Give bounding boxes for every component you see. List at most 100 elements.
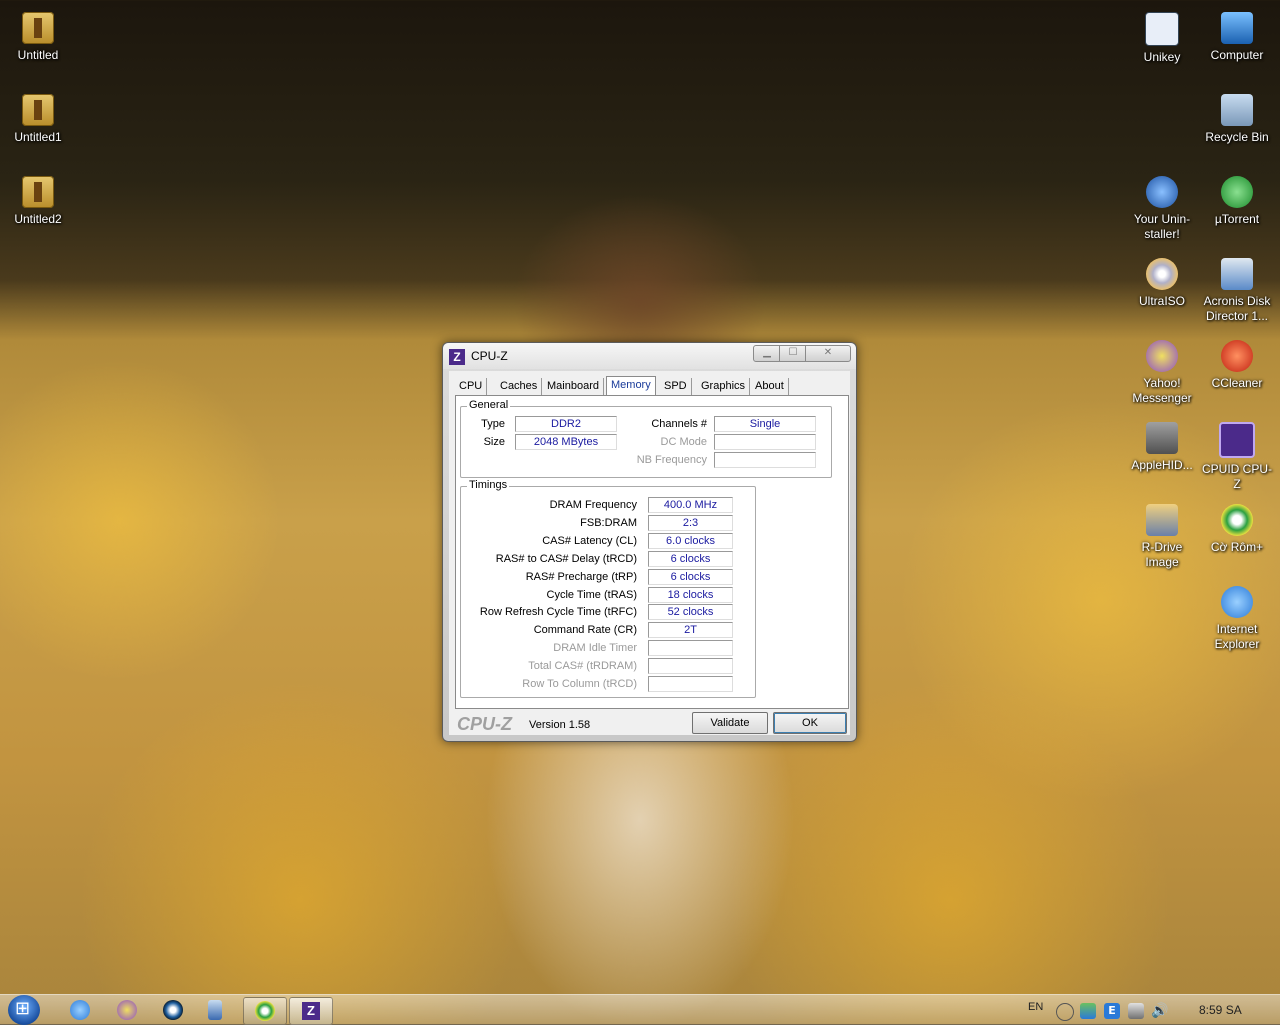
type-label: Type xyxy=(481,418,505,430)
language-indicator[interactable]: EN xyxy=(1028,1001,1043,1013)
archive-folder-icon xyxy=(22,176,54,208)
timing-label: RAS# Precharge (tRP) xyxy=(525,570,637,583)
desktop-icon-untitled1[interactable]: Untitled1 xyxy=(0,88,76,145)
desktop-icon-cpuid-cpu-z[interactable]: CPUID CPU-Z xyxy=(1199,416,1275,492)
desktop-icon-yahoo-messenger[interactable]: Yahoo! Messenger xyxy=(1124,334,1200,406)
desktop-icon-label: Acronis Disk Director 1... xyxy=(1203,294,1271,323)
timing-label: DRAM Idle Timer xyxy=(553,642,637,655)
desktop-icon-label: CPUID CPU-Z xyxy=(1201,462,1272,491)
desktop-icon-your-uninstaller[interactable]: Your Unin-staller! xyxy=(1124,170,1200,242)
size-value: 2048 MBytes xyxy=(515,434,617,450)
timing-label: Command Rate (CR) xyxy=(533,624,637,637)
desktop-icon-utorrent[interactable]: µTorrent xyxy=(1199,170,1275,227)
validate-button[interactable]: Validate xyxy=(692,712,768,734)
tab-about[interactable]: About xyxy=(751,378,789,395)
desktop-icon-label: AppleHID... xyxy=(1131,458,1193,472)
memory-panel: General Type DDR2 Size 2048 MBytes Chann… xyxy=(455,395,849,709)
cpu-z-icon: Z xyxy=(302,1002,320,1020)
desktop-icon-r-drive-image[interactable]: R-Drive Image xyxy=(1124,498,1200,570)
desktop-icon-untitled2[interactable]: Untitled2 xyxy=(0,170,76,227)
desktop-icon-label: Computer xyxy=(1210,48,1264,62)
r-drive-icon xyxy=(1146,504,1178,536)
desktop-icon-ultraiso[interactable]: UltraISO xyxy=(1124,252,1200,309)
desktop-icon-unikey[interactable]: Unikey xyxy=(1124,6,1200,65)
desktop-icon-co-rom[interactable]: Cờ Rôm+ xyxy=(1199,498,1275,555)
cpu-z-app-icon: Z xyxy=(449,349,465,365)
minimize-button[interactable]: ▁ xyxy=(753,345,781,362)
taskbar-item-co-rom[interactable] xyxy=(243,997,287,1025)
timing-label: Row Refresh Cycle Time (tRFC) xyxy=(479,606,637,619)
size-label: Size xyxy=(483,436,505,448)
desktop-icon-label: Unikey xyxy=(1143,50,1181,64)
title-bar[interactable]: Z CPU-Z ▁ ☐ ✕ xyxy=(443,343,856,369)
desktop-icon-acronis[interactable]: Acronis Disk Director 1... xyxy=(1199,252,1275,324)
desktop-icon-ccleaner[interactable]: CCleaner xyxy=(1199,334,1275,391)
tab-cpu[interactable]: CPU xyxy=(455,378,488,395)
yahoo-messenger-icon xyxy=(1146,340,1178,372)
timing-value xyxy=(648,658,733,675)
ccleaner-icon xyxy=(1221,340,1253,372)
taskbar-item-cpu-z[interactable]: Z xyxy=(289,997,333,1025)
timing-label: RAS# to CAS# Delay (tRCD) xyxy=(495,552,637,565)
timing-label: Total CAS# (tRDRAM) xyxy=(528,660,637,673)
timing-value: 6 clocks xyxy=(648,550,733,567)
timing-value: 2T xyxy=(648,622,733,639)
channels-value: Single xyxy=(714,416,816,432)
timing-label: Cycle Time (tRAS) xyxy=(546,588,637,601)
utorrent-icon xyxy=(1221,176,1253,208)
tab-graphics[interactable]: Graphics xyxy=(697,378,751,395)
timing-value: 2:3 xyxy=(648,514,733,531)
desktop-icon-label: R-Drive Image xyxy=(1141,540,1183,569)
start-button[interactable] xyxy=(8,995,40,1025)
version-text: Version 1.58 xyxy=(529,719,591,731)
window-title: CPU-Z xyxy=(471,349,508,363)
internet-explorer-icon xyxy=(1221,586,1253,618)
desktop-icon-applehid[interactable]: AppleHID... xyxy=(1124,416,1200,473)
quicklaunch-yahoo-icon[interactable] xyxy=(117,1000,137,1020)
timing-value xyxy=(648,676,733,692)
desktop-icon-recycle-bin[interactable]: Recycle Bin xyxy=(1199,88,1275,145)
tray-up-arrow-icon[interactable] xyxy=(1056,1003,1074,1021)
computer-icon xyxy=(1221,12,1253,44)
desktop-icon-label: Your Unin-staller! xyxy=(1133,212,1191,241)
tab-caches[interactable]: Caches xyxy=(496,378,543,395)
cpu-z-logo: CPU-Z xyxy=(457,714,512,734)
desktop-icon-internet-explorer[interactable]: Internet Explorer xyxy=(1199,580,1275,652)
browser-icon xyxy=(1221,504,1253,536)
acronis-disk-icon xyxy=(1221,258,1253,290)
tab-spd[interactable]: SPD xyxy=(660,378,692,395)
desktop-icon-label: Recycle Bin xyxy=(1205,130,1269,144)
timings-group: Timings DRAM Frequency 400.0 MHz FSB:DRAM 2… xyxy=(460,479,756,698)
uninstaller-icon xyxy=(1146,176,1178,208)
tray-network-icon[interactable] xyxy=(1080,1003,1096,1019)
dc-mode-value xyxy=(714,434,816,450)
archive-folder-icon xyxy=(22,94,54,126)
quicklaunch-media-player-icon[interactable] xyxy=(163,1000,183,1020)
maximize-button[interactable]: ☐ xyxy=(779,345,807,362)
desktop-icon-label: µTorrent xyxy=(1214,212,1260,226)
tab-mainboard[interactable]: Mainboard xyxy=(543,378,604,395)
close-button[interactable]: ✕ xyxy=(805,345,851,362)
timing-label: FSB:DRAM xyxy=(580,516,637,529)
tray-volume-icon[interactable]: 🔊 xyxy=(1151,1003,1168,1019)
clock[interactable]: 8:59 SA xyxy=(1199,1003,1242,1017)
desktop-icon-label: Cờ Rôm+ xyxy=(1210,540,1264,554)
timing-label: DRAM Frequency xyxy=(549,499,637,511)
desktop-icon-computer[interactable]: Computer xyxy=(1199,6,1275,63)
desktop-icon-label: Untitled xyxy=(17,48,59,62)
tray-unikey-e-icon[interactable]: E xyxy=(1104,1003,1120,1019)
desktop-icon-label: Untitled1 xyxy=(14,130,62,144)
tray-connection-icon[interactable] xyxy=(1128,1003,1144,1019)
ok-button[interactable]: OK xyxy=(773,712,847,734)
timing-value: 18 clocks xyxy=(648,586,733,603)
timing-value xyxy=(648,640,733,657)
tab-memory[interactable]: Memory xyxy=(606,376,656,397)
nb-frequency-value xyxy=(714,452,816,468)
desktop-icon-label: UltraISO xyxy=(1138,294,1185,308)
desktop-icon-untitled[interactable]: Untitled xyxy=(0,6,76,63)
unikey-icon xyxy=(1145,12,1179,46)
quicklaunch-ie-icon[interactable] xyxy=(70,1000,90,1020)
quicklaunch-show-desktop-icon[interactable] xyxy=(208,1000,222,1020)
general-group: General Type DDR2 Size 2048 MBytes Chann… xyxy=(460,399,832,478)
cpu-z-window[interactable]: Z CPU-Z ▁ ☐ ✕ CPU Caches Mainboard Memor… xyxy=(442,342,857,742)
